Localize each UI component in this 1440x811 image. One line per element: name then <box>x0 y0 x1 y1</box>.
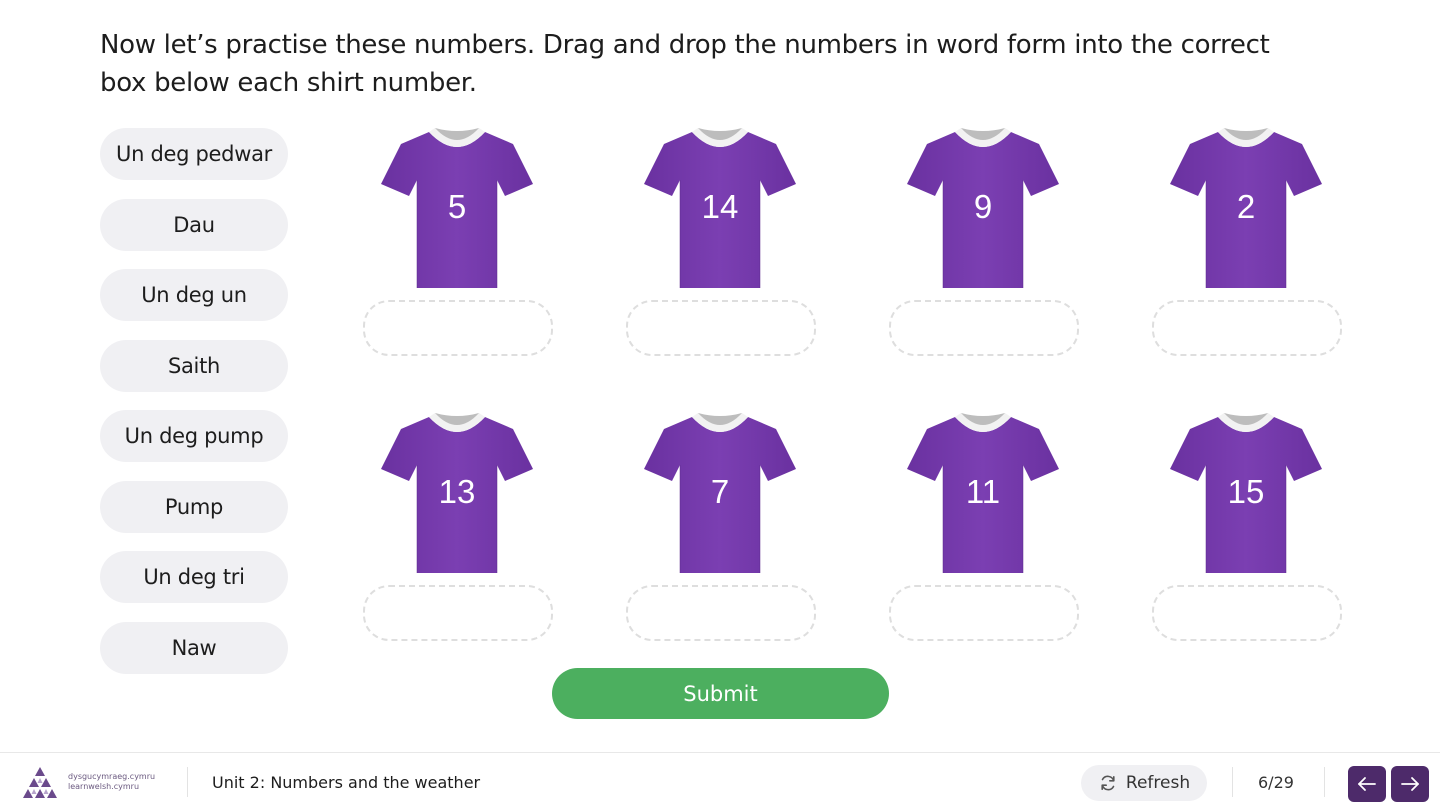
drop-zone[interactable] <box>889 300 1079 356</box>
word-chip[interactable]: Pump <box>100 480 288 533</box>
shirt-image: 9 <box>905 122 1061 292</box>
divider <box>1232 767 1233 797</box>
logo-text-line: dysgucymraeg.cymru <box>68 772 156 781</box>
arrow-right-icon <box>1401 777 1419 791</box>
shirt-number: 14 <box>701 188 739 225</box>
learn-welsh-logo <box>23 767 57 798</box>
shirt-image: 11 <box>905 407 1061 577</box>
shirt-number: 11 <box>965 473 1001 510</box>
shirt-image: 7 <box>642 407 798 577</box>
drop-zone[interactable] <box>1152 585 1342 641</box>
word-chip[interactable]: Saith <box>100 339 288 392</box>
drop-zone[interactable] <box>626 300 816 356</box>
refresh-button[interactable]: Refresh <box>1081 765 1207 801</box>
refresh-label: Refresh <box>1125 773 1191 793</box>
shirt-number: 7 <box>710 473 730 510</box>
submit-button[interactable]: Submit <box>552 668 889 719</box>
shirt-image: 5 <box>379 122 535 292</box>
logo-text: dysgucymraeg.cymru learnwelsh.cymru <box>68 772 155 792</box>
shirt-number: 2 <box>1236 188 1256 225</box>
shirt-image: 14 <box>642 122 798 292</box>
word-chip[interactable]: Un deg pedwar <box>100 128 288 180</box>
page-counter: 6/29 <box>1258 773 1294 792</box>
word-chip[interactable]: Un deg un <box>100 269 288 321</box>
refresh-icon <box>1101 775 1115 791</box>
divider <box>1324 767 1325 797</box>
drop-zone[interactable] <box>1152 300 1342 356</box>
logo-text-line: learnwelsh.cymru <box>68 782 140 791</box>
word-chip[interactable]: Naw <box>100 621 288 674</box>
next-button[interactable] <box>1391 766 1429 802</box>
instruction-text: Now let’s practise these numbers. Drag a… <box>100 30 1270 98</box>
word-chip[interactable]: Dau <box>100 198 288 251</box>
word-bank: Un deg pedwar Dau Un deg un Saith Un deg… <box>100 128 288 692</box>
word-chip[interactable]: Un deg tri <box>100 551 288 603</box>
shirt-image: 13 <box>379 407 535 577</box>
word-chip[interactable]: Un deg pump <box>100 410 288 462</box>
shirt-number: 13 <box>438 473 476 510</box>
drop-zone[interactable] <box>363 585 553 641</box>
footer-bar: dysgucymraeg.cymru learnwelsh.cymru Unit… <box>0 752 1440 811</box>
divider <box>187 767 188 797</box>
drop-zone[interactable] <box>889 585 1079 641</box>
previous-button[interactable] <box>1348 766 1386 802</box>
shirt-number: 9 <box>973 188 993 225</box>
shirt-number: 5 <box>447 188 467 225</box>
arrow-left-icon <box>1358 777 1376 791</box>
drop-zone[interactable] <box>363 300 553 356</box>
shirt-image: 2 <box>1168 122 1324 292</box>
shirt-number: 15 <box>1227 473 1265 510</box>
drop-zone[interactable] <box>626 585 816 641</box>
shirt-image: 15 <box>1168 407 1324 577</box>
unit-title: Unit 2: Numbers and the weather <box>212 773 481 792</box>
